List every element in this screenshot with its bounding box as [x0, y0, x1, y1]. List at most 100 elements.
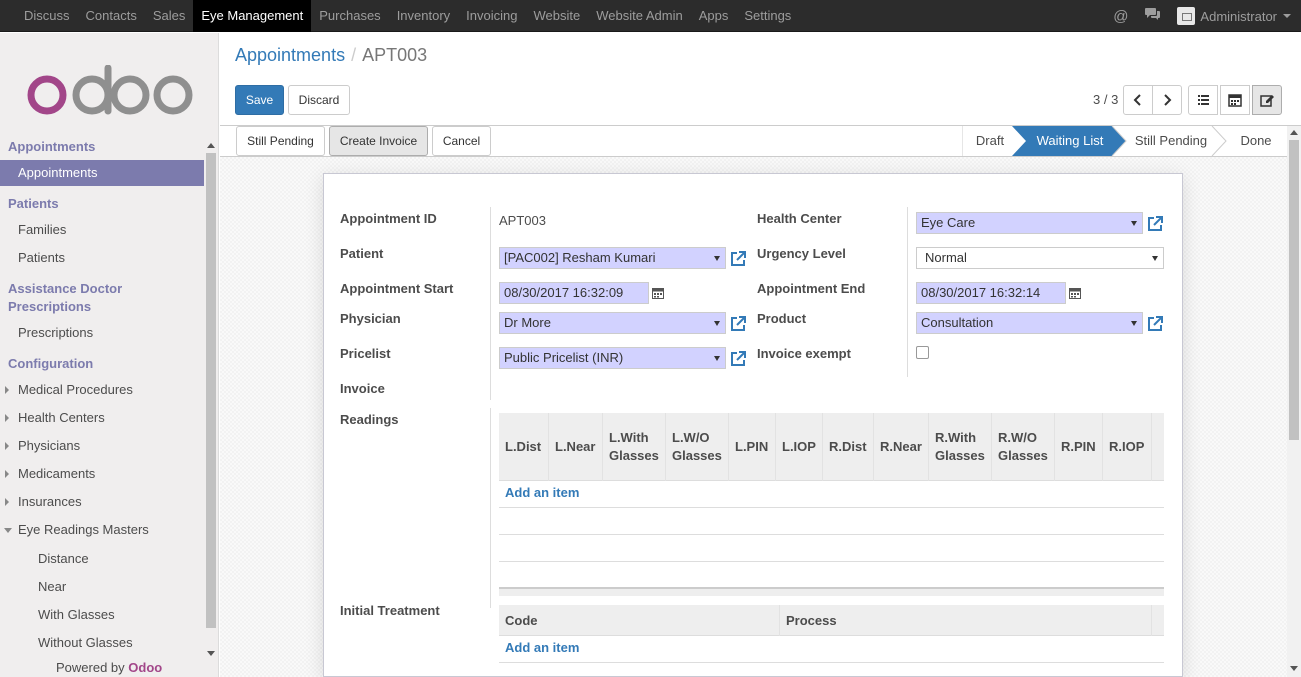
calendar-icon[interactable]	[652, 287, 664, 299]
top-menu-purchases[interactable]: Purchases	[311, 0, 388, 32]
powered-by-brand[interactable]: Odoo	[128, 660, 162, 675]
create-invoice-button[interactable]: Create Invoice	[329, 126, 428, 156]
stage-waiting-list[interactable]: Waiting List	[1020, 126, 1120, 156]
sidebar-item-patients[interactable]: Patients	[0, 245, 204, 271]
cancel-button[interactable]: Cancel	[432, 126, 491, 156]
sidebar-item-insurances[interactable]: Insurances	[0, 489, 204, 515]
top-menu-discuss[interactable]: Discuss	[16, 0, 78, 32]
column-header[interactable]: L.Dist	[499, 413, 549, 481]
discard-button[interactable]: Discard	[288, 85, 350, 115]
form-view-button[interactable]	[1252, 85, 1282, 115]
column-header[interactable]: L.PIN	[729, 413, 776, 481]
column-header[interactable]: R.W/O Glasses	[992, 413, 1055, 481]
scroll-down-icon[interactable]	[207, 651, 215, 656]
treatment-table-header: Code Process	[499, 605, 1164, 636]
invoice-label: Invoice	[340, 381, 385, 396]
column-header[interactable]: R.With Glasses	[929, 413, 992, 481]
column-header[interactable]: R.Dist	[823, 413, 874, 481]
stage-still-pending[interactable]: Still Pending	[1126, 126, 1216, 156]
sidebar-scrollbar[interactable]	[205, 141, 217, 661]
save-button[interactable]: Save	[235, 85, 284, 115]
scroll-down-icon[interactable]	[1290, 666, 1298, 671]
patient-select[interactable]: [PAC002] Resham Kumari	[499, 247, 726, 269]
external-link-icon[interactable]	[1146, 215, 1164, 233]
sidebar-item-distance[interactable]: Distance	[0, 546, 204, 572]
column-header[interactable]: L.IOP	[776, 413, 823, 481]
top-menu-eye-management[interactable]: Eye Management	[193, 0, 312, 32]
caret-right-icon	[5, 386, 9, 394]
breadcrumb-parent[interactable]: Appointments	[235, 45, 345, 65]
external-link-icon[interactable]	[729, 350, 747, 368]
sidebar-item-families[interactable]: Families	[0, 217, 204, 243]
pager-next-button[interactable]	[1152, 85, 1182, 115]
external-link-icon[interactable]	[1146, 315, 1164, 333]
sidebar-section-patients[interactable]: Patients	[8, 195, 59, 213]
still-pending-button[interactable]: Still Pending	[236, 126, 325, 156]
sidebar-item-medicaments[interactable]: Medicaments	[0, 461, 204, 487]
external-link-icon[interactable]	[729, 250, 747, 268]
topbar-right: @ Administrator	[1113, 0, 1301, 32]
chat-icon[interactable]	[1144, 7, 1161, 25]
appointment-end-input[interactable]: 08/30/2017 16:32:14	[916, 282, 1066, 304]
top-menu-contacts[interactable]: Contacts	[78, 0, 145, 32]
initial-treatment-label: Initial Treatment	[340, 603, 440, 618]
top-menu-sales[interactable]: Sales	[145, 0, 194, 32]
at-icon[interactable]: @	[1113, 8, 1128, 25]
sidebar-item-eye-readings-masters[interactable]: Eye Readings Masters	[0, 517, 204, 543]
column-header[interactable]: R.IOP	[1103, 413, 1152, 481]
column-header[interactable]: L.Near	[549, 413, 603, 481]
scroll-up-icon[interactable]	[1290, 130, 1298, 135]
divider	[907, 207, 908, 377]
physician-select[interactable]: Dr More	[499, 312, 726, 334]
sidebar-item-prescriptions[interactable]: Prescriptions	[0, 320, 204, 346]
stage-done[interactable]: Done	[1226, 126, 1286, 156]
sidebar-item-physicians[interactable]: Physicians	[0, 433, 204, 459]
scroll-thumb[interactable]	[206, 153, 216, 628]
pager-previous-button[interactable]	[1123, 85, 1153, 115]
sidebar-item-health-centers[interactable]: Health Centers	[0, 405, 204, 431]
scroll-up-icon[interactable]	[207, 143, 215, 148]
sidebar-item-medical-procedures[interactable]: Medical Procedures	[0, 377, 204, 403]
caret-right-icon	[5, 442, 9, 450]
sidebar-item-near[interactable]: Near	[0, 574, 204, 600]
add-reading-link[interactable]: Add an item	[505, 485, 579, 500]
column-header[interactable]: L.W/O Glasses	[666, 413, 729, 481]
column-header[interactable]: Code	[499, 605, 780, 636]
pager-value[interactable]: 3 / 3	[1093, 92, 1118, 107]
top-menu-website[interactable]: Website	[525, 0, 588, 32]
calendar-view-button[interactable]	[1220, 85, 1250, 115]
invoice-exempt-checkbox[interactable]	[916, 346, 929, 359]
user-name: Administrator	[1200, 8, 1277, 24]
statusbar: Still Pending Create Invoice Cancel Draf…	[220, 125, 1301, 157]
appointment-start-value: 08/30/2017 16:32:09	[504, 285, 624, 300]
sidebar-section-configuration[interactable]: Configuration	[8, 355, 93, 373]
sidebar-item-without-glasses[interactable]: Without Glasses	[0, 630, 204, 656]
top-menu-apps[interactable]: Apps	[691, 0, 737, 32]
top-menu-settings[interactable]: Settings	[736, 0, 799, 32]
caret-down-icon	[4, 528, 12, 533]
column-header[interactable]: R.PIN	[1055, 413, 1103, 481]
user-menu[interactable]: Administrator	[1177, 7, 1301, 25]
stage-draft[interactable]: Draft	[962, 126, 1018, 156]
list-view-button[interactable]	[1188, 85, 1218, 115]
appointment-start-input[interactable]: 08/30/2017 16:32:09	[499, 282, 649, 304]
sidebar-item-with-glasses[interactable]: With Glasses	[0, 602, 204, 628]
column-header[interactable]: R.Near	[874, 413, 929, 481]
sidebar-item-appointments[interactable]: Appointments	[0, 160, 204, 186]
column-header[interactable]: L.With Glasses	[603, 413, 666, 481]
top-menu-website-admin[interactable]: Website Admin	[588, 0, 690, 32]
sidebar-section-assistance[interactable]: Assistance Doctor Prescriptions	[8, 280, 198, 316]
pricelist-select[interactable]: Public Pricelist (INR)	[499, 347, 726, 369]
top-menu-inventory[interactable]: Inventory	[389, 0, 458, 32]
calendar-icon[interactable]	[1069, 287, 1081, 299]
urgency-level-select[interactable]: Normal	[916, 247, 1164, 269]
scroll-thumb[interactable]	[1289, 140, 1299, 440]
top-menu-invoicing[interactable]: Invoicing	[458, 0, 525, 32]
add-treatment-link[interactable]: Add an item	[505, 640, 579, 655]
column-header[interactable]: Process	[780, 605, 1152, 636]
sidebar-section-appointments[interactable]: Appointments	[8, 138, 95, 156]
product-select[interactable]: Consultation	[916, 312, 1143, 334]
main-scrollbar[interactable]	[1287, 126, 1301, 677]
health-center-select[interactable]: Eye Care	[916, 212, 1143, 234]
external-link-icon[interactable]	[729, 315, 747, 333]
